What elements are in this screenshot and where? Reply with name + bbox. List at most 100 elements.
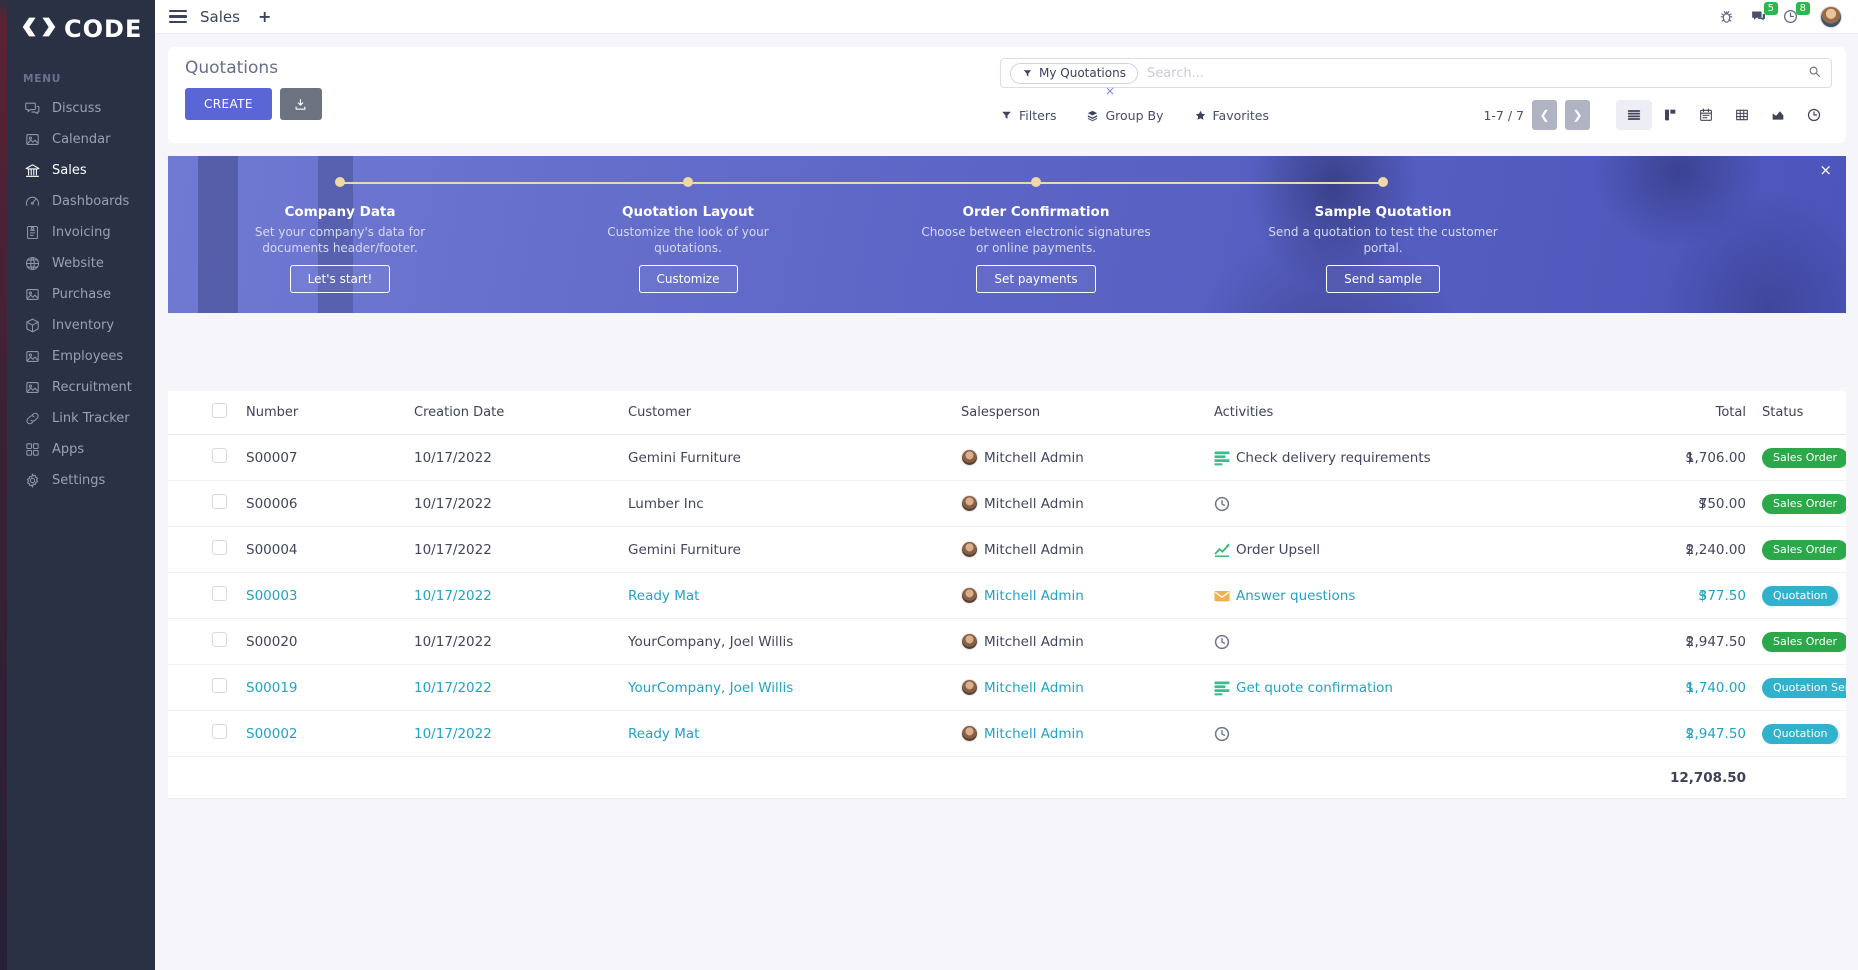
pager-prev-button[interactable]: ❮ — [1532, 100, 1557, 130]
table-row[interactable]: S00006 10/17/2022 Lumber Inc Mitchell Ad… — [168, 481, 1846, 527]
step-action-button[interactable]: Set payments — [976, 265, 1095, 293]
hamburger-menu-icon[interactable] — [169, 10, 187, 23]
sidebar-item-website[interactable]: Website — [7, 248, 155, 279]
salesperson-avatar — [961, 679, 978, 696]
sidebar-item-sales[interactable]: Sales — [7, 155, 155, 186]
table-row[interactable]: S00007 10/17/2022 Gemini Furniture Mitch… — [168, 435, 1846, 481]
sidebar-item-invoicing[interactable]: Invoicing — [7, 217, 155, 248]
activity-mail-icon[interactable] — [1214, 588, 1230, 604]
activity-clock-icon[interactable] — [1214, 634, 1230, 650]
cell-creation-date: 10/17/2022 — [414, 726, 628, 742]
view-list-button[interactable] — [1616, 100, 1652, 130]
status-badge: Sales Order — [1762, 494, 1846, 514]
row-checkbox[interactable] — [212, 494, 227, 509]
status-badge: Quotation Sent — [1762, 678, 1846, 698]
row-select-cell — [168, 448, 246, 467]
sidebar-item-calendar[interactable]: Calendar — [7, 124, 155, 155]
header-number[interactable]: Number — [246, 405, 414, 420]
activity-list-icon[interactable] — [1214, 450, 1230, 466]
cell-total: $377.50 — [1610, 588, 1750, 604]
salesperson-name: Mitchell Admin — [984, 588, 1084, 604]
app-root: CODE MENU Discuss Calendar Sales Dashboa… — [0, 0, 1858, 970]
view-kanban-button[interactable] — [1652, 100, 1688, 130]
cell-number: S00004 — [246, 542, 414, 558]
total-amount: 1,740.00 — [1686, 680, 1746, 696]
activity-clock-icon[interactable] — [1214, 496, 1230, 512]
content-area: Quotations CREATE My Quotations — [155, 34, 1858, 970]
step-action-button[interactable]: Customize — [639, 265, 738, 293]
step-title: Order Confirmation — [886, 204, 1186, 220]
view-pivot-button[interactable] — [1724, 100, 1760, 130]
table-row[interactable]: S00020 10/17/2022 YourCompany, Joel Will… — [168, 619, 1846, 665]
table-row[interactable]: S00019 10/17/2022 YourCompany, Joel Will… — [168, 665, 1846, 711]
sidebar-item-dashboards[interactable]: Dashboards — [7, 186, 155, 217]
search-bar[interactable]: My Quotations × — [1000, 58, 1832, 88]
facet-remove-icon[interactable]: × — [1105, 84, 1115, 98]
view-activity-button[interactable] — [1796, 100, 1832, 130]
row-checkbox[interactable] — [212, 448, 227, 463]
comments-icon — [24, 100, 41, 117]
sidebar-item-label: Dashboards — [52, 194, 129, 209]
search-facet[interactable]: My Quotations — [1010, 63, 1138, 84]
control-panel-right: My Quotations × Filters — [1000, 58, 1832, 130]
sidebar-item-recruitment[interactable]: Recruitment — [7, 372, 155, 403]
filters-button[interactable]: Filters — [1000, 108, 1056, 123]
table-row[interactable]: S00002 10/17/2022 Ready Mat Mitchell Adm… — [168, 711, 1846, 757]
view-graph-button[interactable] — [1760, 100, 1796, 130]
sidebar-item-label: Sales — [52, 163, 87, 178]
view-calendar-button[interactable] — [1688, 100, 1724, 130]
messages-icon[interactable]: 5 — [1750, 8, 1767, 25]
user-avatar[interactable] — [1820, 6, 1842, 28]
debug-bug-icon[interactable] — [1718, 8, 1735, 25]
header-activities[interactable]: Activities — [1214, 405, 1610, 420]
cell-total: $1,706.00 — [1610, 450, 1750, 466]
new-tab-button[interactable]: + — [258, 7, 271, 26]
header-customer[interactable]: Customer — [628, 405, 961, 420]
activity-chart-icon[interactable] — [1214, 542, 1230, 558]
step-action-button[interactable]: Send sample — [1326, 265, 1440, 293]
row-checkbox[interactable] — [212, 724, 227, 739]
row-checkbox[interactable] — [212, 678, 227, 693]
search-input[interactable] — [1147, 66, 1807, 81]
sidebar-item-purchase[interactable]: Purchase — [7, 279, 155, 310]
total-amount: 1,706.00 — [1686, 450, 1746, 466]
table-row[interactable]: S00003 10/17/2022 Ready Mat Mitchell Adm… — [168, 573, 1846, 619]
favorites-button[interactable]: Favorites — [1194, 108, 1269, 123]
sidebar-item-apps[interactable]: Apps — [7, 434, 155, 465]
activities-clock-icon[interactable]: 8 — [1782, 8, 1799, 25]
salesperson-avatar — [961, 449, 978, 466]
step-action-button[interactable]: Let's start! — [290, 265, 391, 293]
activity-clock-icon[interactable] — [1214, 726, 1230, 742]
sidebar-item-settings[interactable]: Settings — [7, 465, 155, 496]
banner-close-icon[interactable]: × — [1819, 161, 1832, 179]
sidebar-item-employees[interactable]: Employees — [7, 341, 155, 372]
step-description: Choose between electronic signatures or … — [921, 225, 1151, 256]
current-app-name[interactable]: Sales — [200, 8, 240, 26]
group-by-button[interactable]: Group By — [1086, 108, 1163, 123]
search-magnifier-icon[interactable] — [1807, 64, 1822, 83]
row-checkbox[interactable] — [212, 632, 227, 647]
table-row[interactable]: S00004 10/17/2022 Gemini Furniture Mitch… — [168, 527, 1846, 573]
cell-total: $2,947.50 — [1610, 634, 1750, 650]
sidebar-item-link-tracker[interactable]: Link Tracker — [7, 403, 155, 434]
menu-section-label: MENU — [23, 73, 155, 85]
brand-logo[interactable]: CODE — [7, 0, 155, 43]
header-status[interactable]: Status — [1750, 405, 1846, 420]
cell-customer: Ready Mat — [628, 588, 961, 604]
row-checkbox[interactable] — [212, 540, 227, 555]
table-body: S00007 10/17/2022 Gemini Furniture Mitch… — [168, 435, 1846, 757]
cell-activities: Get quote confirmation — [1214, 680, 1610, 696]
cell-creation-date: 10/17/2022 — [414, 680, 628, 696]
cell-customer: YourCompany, Joel Willis — [628, 634, 961, 650]
row-checkbox[interactable] — [212, 586, 227, 601]
create-button[interactable]: CREATE — [185, 88, 272, 120]
activity-list-icon[interactable] — [1214, 680, 1230, 696]
header-total[interactable]: Total — [1610, 405, 1750, 420]
sidebar-item-discuss[interactable]: Discuss — [7, 93, 155, 124]
select-all-checkbox[interactable] — [212, 403, 227, 418]
sidebar-item-inventory[interactable]: Inventory — [7, 310, 155, 341]
header-salesperson[interactable]: Salesperson — [961, 405, 1214, 420]
export-button[interactable] — [280, 88, 322, 120]
header-creation-date[interactable]: Creation Date — [414, 405, 628, 420]
pager-next-button[interactable]: ❯ — [1565, 100, 1590, 130]
